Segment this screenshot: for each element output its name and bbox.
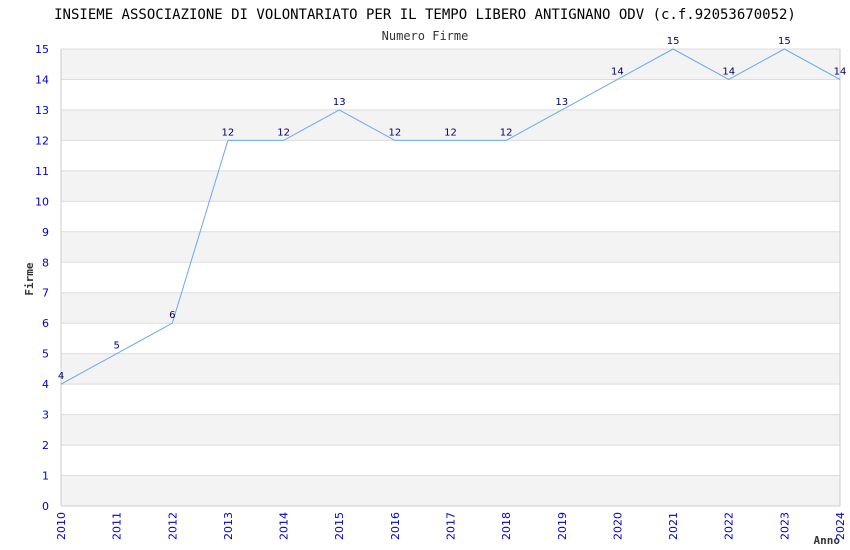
chart-subtitle: Numero Firme bbox=[382, 29, 469, 43]
x-tick-label: 2020 bbox=[611, 512, 624, 540]
x-tick-label: 2012 bbox=[166, 512, 179, 540]
y-tick-label: 4 bbox=[42, 378, 49, 391]
grid-band bbox=[61, 231, 840, 263]
grid-band bbox=[61, 414, 840, 446]
data-label: 12 bbox=[388, 127, 401, 138]
x-tick-label: 2024 bbox=[834, 512, 847, 540]
x-tick-label: 2023 bbox=[778, 512, 791, 540]
y-tick-label: 9 bbox=[42, 226, 49, 239]
grid-band bbox=[61, 475, 840, 506]
data-label: 12 bbox=[500, 127, 513, 138]
data-labels: 4 5 6 12 12 13 12 12 12 13 14 15 14 15 14 bbox=[58, 36, 847, 382]
data-label: 14 bbox=[611, 66, 624, 77]
data-label: 5 bbox=[113, 341, 119, 352]
x-tick-label: 2015 bbox=[333, 512, 346, 540]
x-tick-label: 2014 bbox=[278, 512, 291, 540]
data-label: 4 bbox=[58, 371, 64, 382]
data-label: 15 bbox=[667, 36, 680, 47]
y-tick-label: 7 bbox=[42, 287, 49, 300]
y-tick-label: 1 bbox=[42, 470, 49, 483]
grid-band bbox=[61, 292, 840, 324]
x-tick-label: 2021 bbox=[667, 512, 680, 540]
y-tick-label: 2 bbox=[42, 439, 49, 452]
x-tick-label: 2017 bbox=[445, 512, 458, 540]
data-label: 6 bbox=[169, 310, 175, 321]
data-label: 12 bbox=[277, 127, 290, 138]
x-tick-label: 2011 bbox=[111, 512, 124, 540]
plot-bands bbox=[61, 49, 840, 506]
x-tick-label: 2022 bbox=[723, 512, 736, 540]
y-tick-label: 13 bbox=[35, 104, 49, 117]
y-tick-label: 15 bbox=[35, 43, 49, 56]
data-label: 12 bbox=[444, 127, 457, 138]
chart-title: INSIEME ASSOCIAZIONE DI VOLONTARIATO PER… bbox=[54, 7, 796, 23]
y-tick-label: 14 bbox=[35, 73, 49, 86]
grid-band bbox=[61, 170, 840, 202]
y-tick-label: 3 bbox=[42, 409, 49, 422]
series-line bbox=[60, 48, 841, 385]
y-tick-label: 6 bbox=[42, 317, 49, 330]
y-tick-label: 12 bbox=[35, 134, 49, 147]
y-axis-label: Firme bbox=[23, 262, 36, 295]
x-tick-labels: 2010 2011 2012 2013 2014 2015 2016 2017 2018 2019… bbox=[55, 512, 847, 540]
line-chart: INSIEME ASSOCIAZIONE DI VOLONTARIATO PER… bbox=[23, 7, 847, 547]
y-tick-label: 8 bbox=[42, 256, 49, 269]
x-tick-label: 2018 bbox=[500, 512, 513, 540]
data-label: 15 bbox=[778, 36, 791, 47]
data-label: 14 bbox=[722, 66, 735, 77]
data-label: 13 bbox=[555, 97, 568, 108]
y-tick-label: 11 bbox=[35, 165, 49, 178]
y-tick-label: 10 bbox=[35, 195, 49, 208]
x-tick-label: 2013 bbox=[222, 512, 235, 540]
x-tick-label: 2016 bbox=[389, 512, 402, 540]
data-label: 14 bbox=[834, 66, 847, 77]
grid-band bbox=[61, 353, 840, 385]
data-label: 12 bbox=[222, 127, 235, 138]
x-tick-label: 2019 bbox=[556, 512, 569, 540]
y-tick-labels: 0123456789101112131415 bbox=[35, 43, 49, 513]
data-label: 13 bbox=[333, 97, 346, 108]
series-line-group bbox=[60, 48, 841, 385]
y-tick-label: 0 bbox=[42, 500, 49, 513]
x-tick-label: 2010 bbox=[55, 512, 68, 540]
y-tick-label: 5 bbox=[42, 348, 49, 361]
